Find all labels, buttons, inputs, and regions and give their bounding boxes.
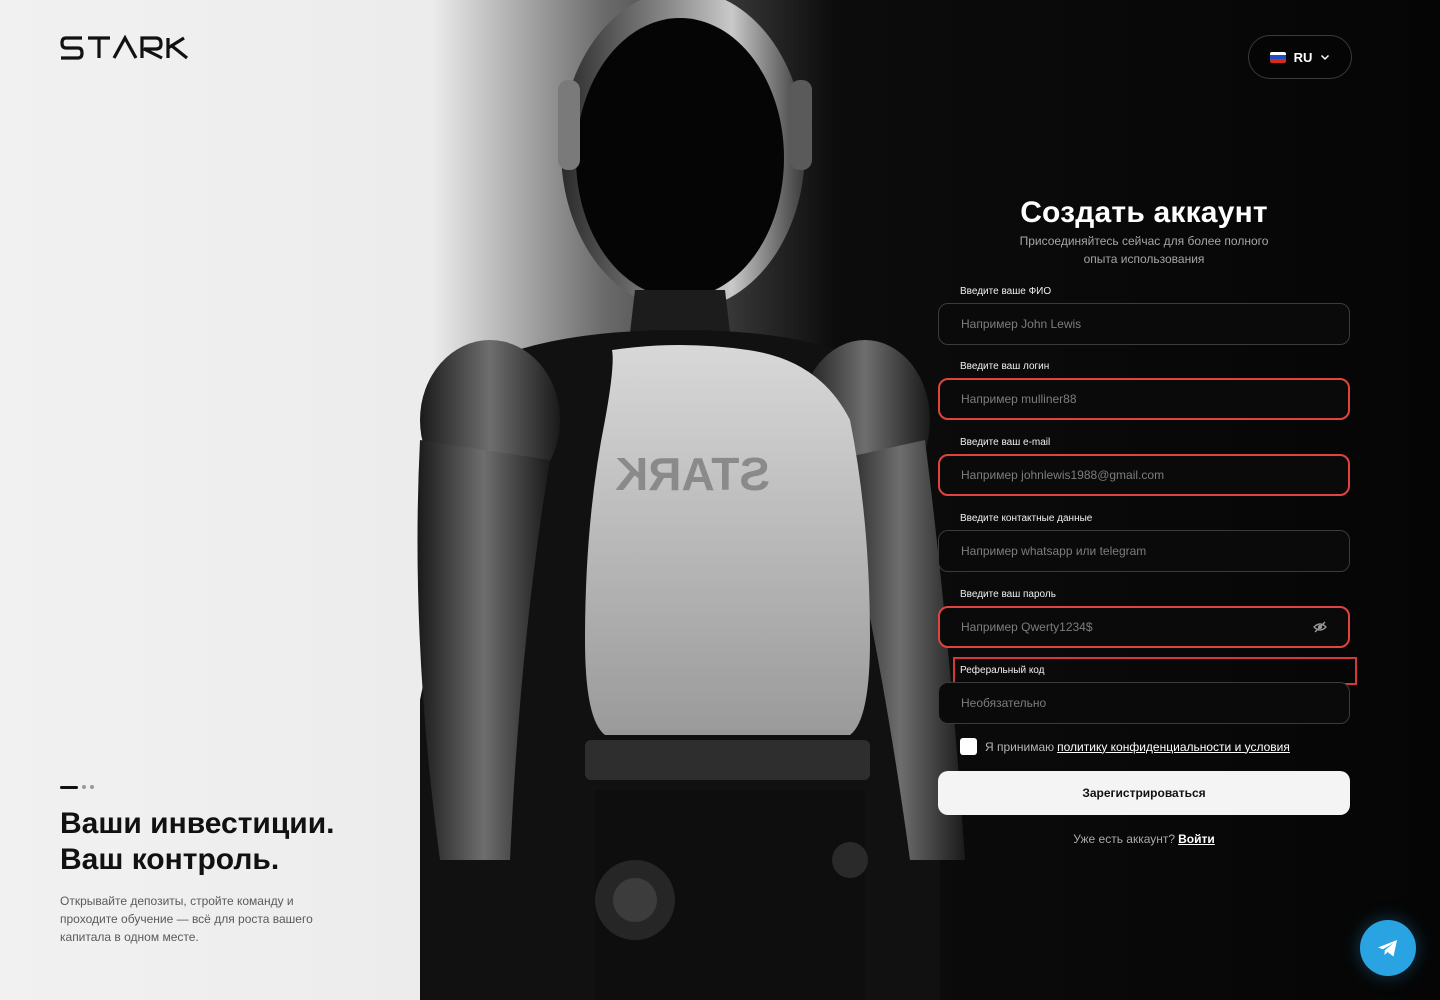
referral-label: Реферальный код (960, 665, 1045, 676)
stark-logo[interactable] (60, 34, 200, 62)
email-field (938, 454, 1350, 496)
flag-ru-icon (1269, 51, 1286, 63)
login-input[interactable] (961, 392, 1327, 406)
referral-field (938, 682, 1350, 724)
email-label: Введите ваш e-mail (960, 437, 1051, 448)
slider-dots (60, 785, 94, 789)
hero-title-line2: Ваш контроль. (60, 843, 280, 876)
slider-dot-active[interactable] (60, 785, 78, 789)
login-link[interactable]: Войти (1178, 832, 1215, 846)
chevron-down-icon (1321, 54, 1330, 61)
eye-off-icon[interactable] (1313, 620, 1327, 634)
fullname-input[interactable] (961, 317, 1327, 331)
chest-logo-text: STARK (615, 448, 770, 500)
register-button[interactable]: Зарегистрироваться (938, 771, 1350, 815)
form-title: Создать аккаунт (1020, 196, 1268, 229)
contact-field (938, 530, 1350, 572)
login-field (938, 378, 1350, 420)
slider-dot[interactable] (82, 785, 86, 789)
hero-title-line1: Ваши инвестиции. (60, 807, 335, 840)
privacy-policy-link[interactable]: политику конфиденциальности и условия (1057, 740, 1290, 754)
telegram-button[interactable] (1360, 920, 1416, 976)
form-subtitle: Присоединяйтесь сейчас для более полного… (1019, 234, 1269, 266)
terms-agreement: Я принимаю политику конфиденциальности и … (960, 738, 1290, 755)
login-label: Введите ваш логин (960, 361, 1050, 372)
hero-title: Ваши инвестиции. Ваш контроль. (60, 806, 390, 878)
referral-input[interactable] (961, 696, 1327, 710)
hero-description: Открывайте депозиты, стройте команду и п… (60, 894, 313, 944)
password-label: Введите ваш пароль (960, 589, 1056, 600)
login-prompt: Уже есть аккаунт? Войти (938, 832, 1350, 846)
terms-prefix: Я принимаю (985, 739, 1055, 754)
password-input[interactable] (961, 620, 1313, 634)
language-code: RU (1293, 49, 1313, 65)
slider-dot[interactable] (90, 785, 94, 789)
email-input[interactable] (961, 468, 1327, 482)
contact-input[interactable] (961, 544, 1327, 558)
contact-label: Введите контактные данные (960, 513, 1093, 524)
page: STARK RU Ваши инвестиции. Ваш контроль. … (0, 0, 1440, 1000)
robot-image: STARK (417, 0, 965, 1000)
login-question: Уже есть аккаунт? (1073, 832, 1176, 846)
fullname-label: Введите ваше ФИО (960, 286, 1052, 297)
telegram-icon (1378, 940, 1397, 957)
password-field (938, 606, 1350, 648)
terms-text: Я принимаю политику конфиденциальности и … (985, 740, 1290, 754)
language-switcher[interactable]: RU (1248, 35, 1352, 79)
terms-checkbox[interactable] (960, 738, 977, 755)
fullname-field (938, 303, 1350, 345)
